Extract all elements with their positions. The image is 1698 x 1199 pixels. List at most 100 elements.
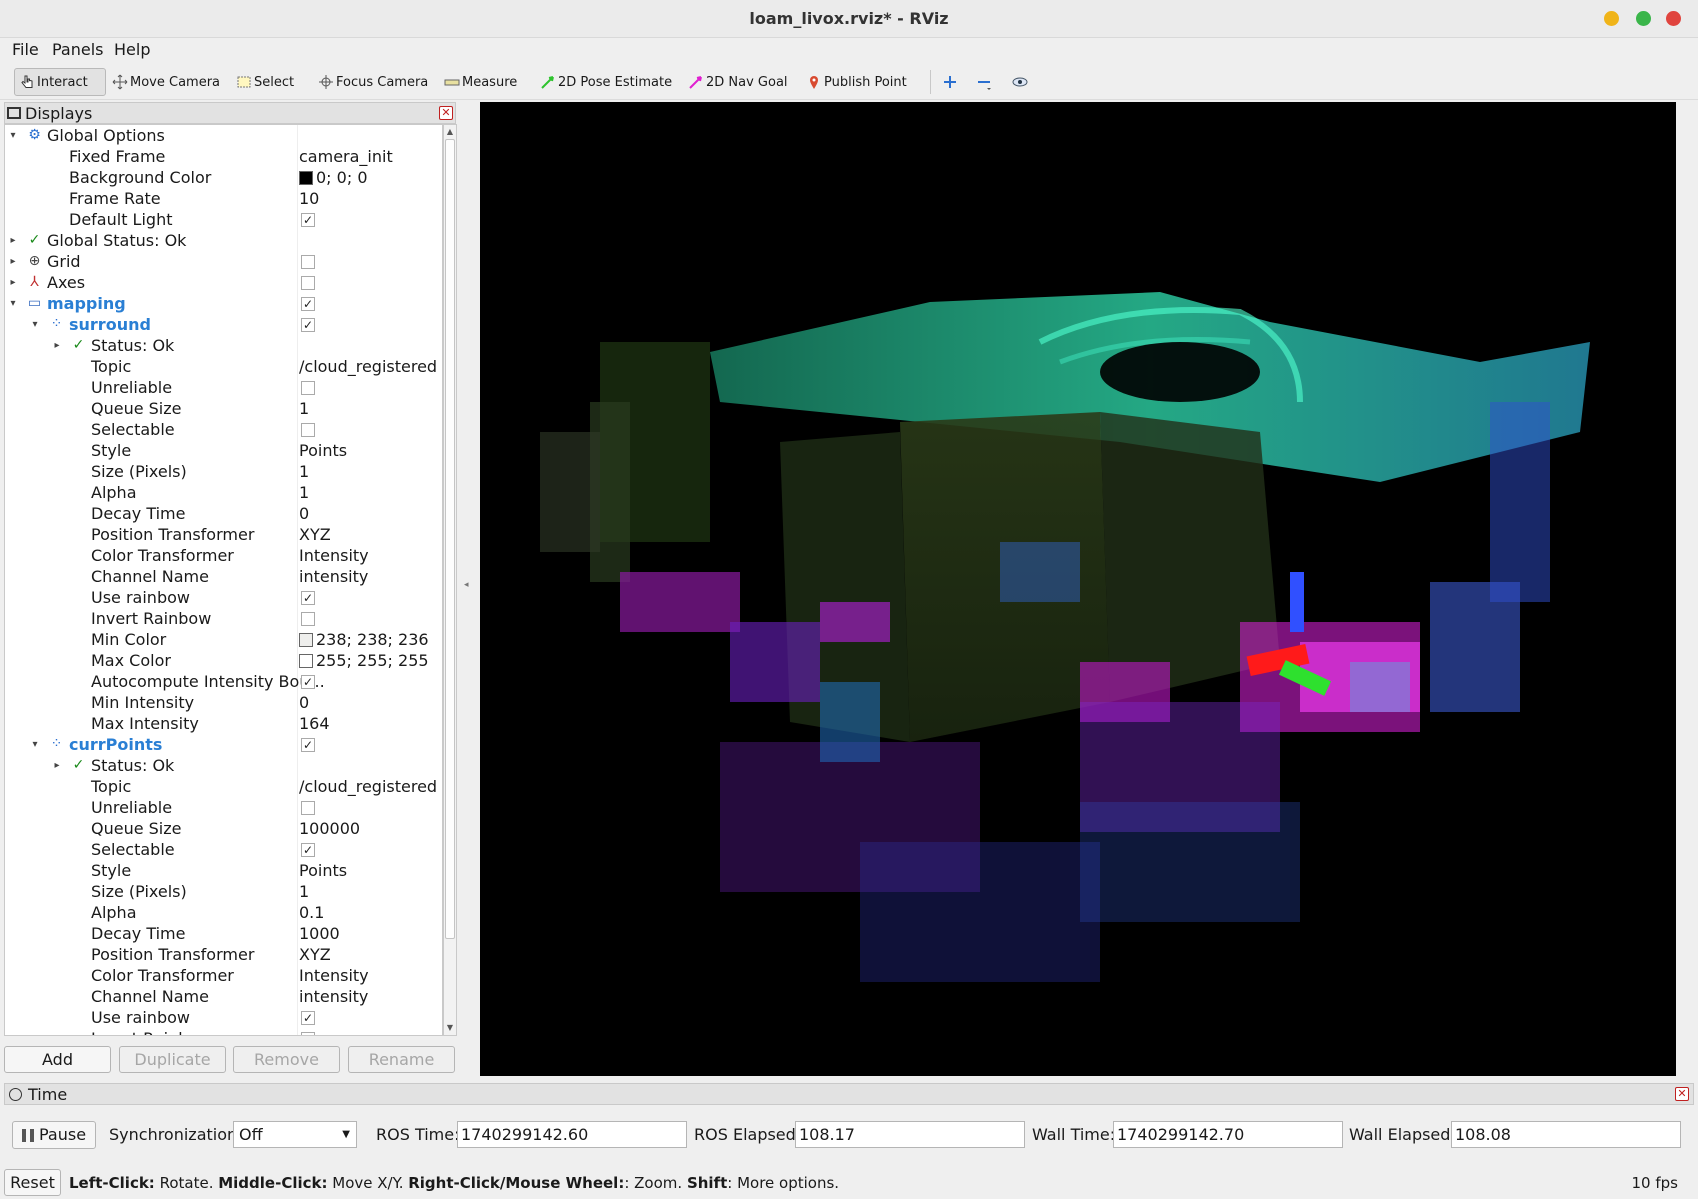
- sync-select[interactable]: Off ▼: [233, 1121, 357, 1148]
- add-button[interactable]: Add: [4, 1046, 111, 1073]
- enable-checkbox[interactable]: [301, 255, 315, 269]
- tree-row[interactable]: Autocompute Intensity Bou... ✓: [5, 671, 442, 692]
- tree-row[interactable]: Max Intensity 164: [5, 713, 442, 734]
- tree-row-value[interactable]: intensity: [299, 566, 368, 587]
- displays-scrollbar[interactable]: ▲ ▼: [443, 124, 457, 1036]
- tree-row[interactable]: Queue Size 1: [5, 398, 442, 419]
- ros-time-field[interactable]: 1740299142.60: [457, 1121, 687, 1148]
- tree-row[interactable]: ▸ ⅄ Axes: [5, 272, 442, 293]
- collapsed-arrow-icon[interactable]: ▸: [7, 230, 19, 251]
- tree-row-value[interactable]: 0: [299, 692, 309, 713]
- expanded-arrow-icon[interactable]: ▾: [7, 125, 19, 146]
- tree-row-value[interactable]: Points: [299, 440, 347, 461]
- scrollbar-thumb[interactable]: [445, 139, 455, 939]
- tree-row-value[interactable]: 1000: [299, 923, 340, 944]
- displays-close-icon[interactable]: ✕: [439, 106, 453, 120]
- tree-row-value[interactable]: 1: [299, 461, 309, 482]
- duplicate-button[interactable]: Duplicate: [119, 1046, 226, 1073]
- enable-checkbox[interactable]: ✓: [301, 1011, 315, 1025]
- move-camera-tool-button[interactable]: Move Camera: [108, 68, 224, 96]
- tree-row-value[interactable]: 255; 255; 255: [299, 650, 429, 671]
- publish-point-tool-button[interactable]: Publish Point: [802, 68, 911, 96]
- tree-row-value[interactable]: 0; 0; 0: [299, 167, 368, 188]
- reset-button[interactable]: Reset: [4, 1169, 61, 1196]
- tree-row[interactable]: Alpha 0.1: [5, 902, 442, 923]
- enable-checkbox[interactable]: ✓: [301, 738, 315, 752]
- tree-row-value[interactable]: /cloud_registered: [299, 776, 437, 797]
- time-close-icon[interactable]: ✕: [1675, 1087, 1689, 1101]
- tree-row-value[interactable]: /cloud_registered: [299, 356, 437, 377]
- tree-row[interactable]: Unreliable: [5, 797, 442, 818]
- tree-row[interactable]: Frame Rate 10: [5, 188, 442, 209]
- enable-checkbox[interactable]: ✓: [301, 675, 315, 689]
- enable-checkbox[interactable]: [301, 1032, 315, 1035]
- menu-file[interactable]: File: [12, 40, 39, 59]
- enable-checkbox[interactable]: [301, 276, 315, 290]
- wall-elapsed-field[interactable]: 108.08: [1451, 1121, 1681, 1148]
- render-3d-view[interactable]: [480, 102, 1676, 1076]
- expanded-arrow-icon[interactable]: ▾: [29, 734, 41, 755]
- expanded-arrow-icon[interactable]: ▾: [7, 293, 19, 314]
- tree-row[interactable]: ▾ ⚙ Global Options: [5, 125, 442, 146]
- tree-row[interactable]: Selectable: [5, 419, 442, 440]
- tree-row-value[interactable]: 0.1: [299, 902, 324, 923]
- tree-row-value[interactable]: 164: [299, 713, 330, 734]
- tree-row[interactable]: ▸ ⊕ Grid: [5, 251, 442, 272]
- tree-row[interactable]: Size (Pixels) 1: [5, 881, 442, 902]
- tree-row-value[interactable]: 1: [299, 482, 309, 503]
- tree-row[interactable]: ▸ ✓ Status: Ok: [5, 755, 442, 776]
- enable-checkbox[interactable]: ✓: [301, 591, 315, 605]
- tree-row[interactable]: Channel Name intensity: [5, 566, 442, 587]
- enable-checkbox[interactable]: [301, 801, 315, 815]
- scroll-down-icon[interactable]: ▼: [444, 1021, 456, 1035]
- tree-row[interactable]: ▾ ▭ mapping ✓: [5, 293, 442, 314]
- collapsed-arrow-icon[interactable]: ▸: [7, 251, 19, 272]
- focus-camera-tool-button[interactable]: Focus Camera: [314, 68, 432, 96]
- enable-checkbox[interactable]: [301, 423, 315, 437]
- measure-tool-button[interactable]: Measure: [440, 68, 521, 96]
- tree-row-value[interactable]: camera_init: [299, 146, 393, 167]
- enable-checkbox[interactable]: ✓: [301, 297, 315, 311]
- tree-row-value[interactable]: 0: [299, 503, 309, 524]
- collapsed-arrow-icon[interactable]: ▸: [51, 755, 63, 776]
- enable-checkbox[interactable]: ✓: [301, 213, 315, 227]
- tree-row[interactable]: Position Transformer XYZ: [5, 524, 442, 545]
- close-button[interactable]: [1666, 11, 1681, 26]
- enable-checkbox[interactable]: ✓: [301, 318, 315, 332]
- tree-row-value[interactable]: XYZ: [299, 524, 331, 545]
- enable-checkbox[interactable]: [301, 612, 315, 626]
- tree-row[interactable]: ▸ ✓ Global Status: Ok: [5, 230, 442, 251]
- tree-row[interactable]: Background Color 0; 0; 0: [5, 167, 442, 188]
- interact-tool-button[interactable]: Interact: [14, 68, 106, 96]
- tree-row[interactable]: ▾ ⁘ currPoints ✓: [5, 734, 442, 755]
- menu-panels[interactable]: Panels: [52, 40, 104, 59]
- splitter-handle-icon[interactable]: ◂: [464, 580, 469, 590]
- enable-checkbox[interactable]: [301, 381, 315, 395]
- tree-row[interactable]: Max Color 255; 255; 255: [5, 650, 442, 671]
- tree-row[interactable]: Use rainbow ✓: [5, 587, 442, 608]
- tree-row[interactable]: Min Color 238; 238; 236: [5, 629, 442, 650]
- tree-row[interactable]: Topic/cloud_registered: [5, 356, 442, 377]
- tree-row[interactable]: Invert Rainbow: [5, 608, 442, 629]
- tree-row[interactable]: Fixed Frame camera_init: [5, 146, 442, 167]
- tree-row[interactable]: Min Intensity 0: [5, 692, 442, 713]
- expanded-arrow-icon[interactable]: ▾: [29, 314, 41, 335]
- tree-row-value[interactable]: XYZ: [299, 944, 331, 965]
- tree-row[interactable]: Topic/cloud_registered: [5, 776, 442, 797]
- tree-row-value[interactable]: Points: [299, 860, 347, 881]
- scroll-up-icon[interactable]: ▲: [444, 125, 456, 139]
- tree-row[interactable]: Channel Name intensity: [5, 986, 442, 1007]
- collapsed-arrow-icon[interactable]: ▸: [7, 272, 19, 293]
- menu-help[interactable]: Help: [114, 40, 150, 59]
- remove-tool-button[interactable]: [972, 68, 1000, 96]
- pause-button[interactable]: Pause: [12, 1121, 96, 1149]
- tree-row-value[interactable]: Intensity: [299, 545, 369, 566]
- tree-row[interactable]: Alpha 1: [5, 482, 442, 503]
- wall-time-field[interactable]: 1740299142.70: [1113, 1121, 1343, 1148]
- tree-row[interactable]: ▾ ⁘ surround ✓: [5, 314, 442, 335]
- tree-row-value[interactable]: 238; 238; 236: [299, 629, 429, 650]
- pose-estimate-tool-button[interactable]: 2D Pose Estimate: [536, 68, 676, 96]
- tree-row-value[interactable]: intensity: [299, 986, 368, 1007]
- tree-row[interactable]: Color Transformer Intensity: [5, 965, 442, 986]
- tree-row[interactable]: Selectable ✓: [5, 839, 442, 860]
